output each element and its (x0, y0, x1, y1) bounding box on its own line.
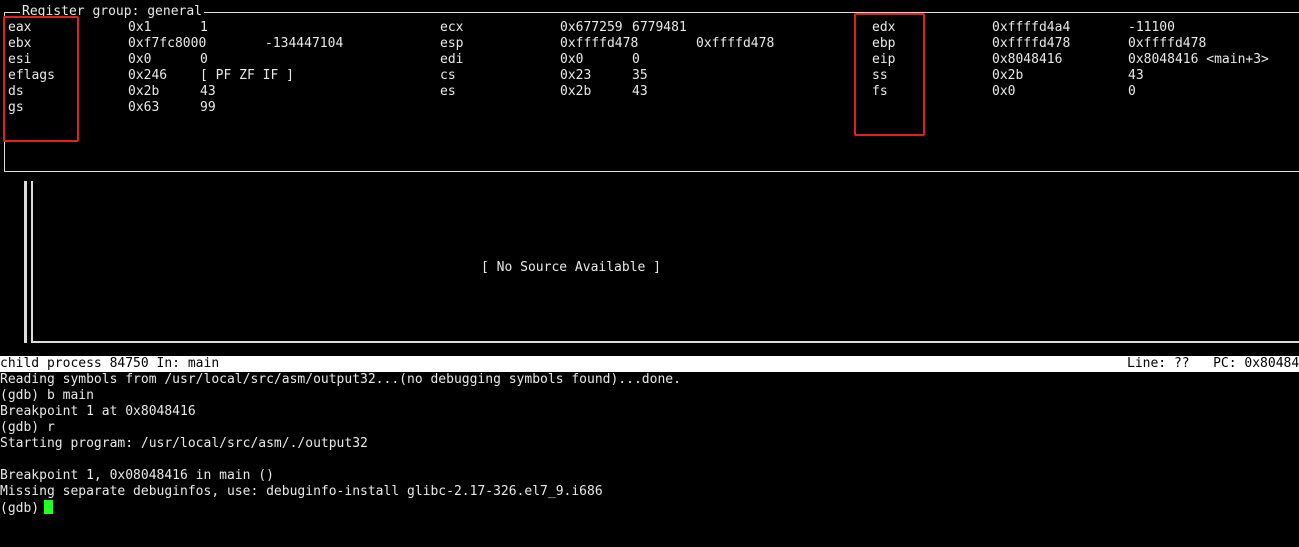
register-val: [ PF ZF IF ] (200, 68, 294, 83)
console-line: Breakpoint 1 at 0x8048416 (0, 404, 196, 419)
register-hex: 0x0 (560, 52, 584, 67)
register-val: 0xffffd478 (696, 36, 775, 51)
register-hex: 0x0 (128, 52, 152, 67)
register-hex: 0x8048416 (992, 52, 1063, 67)
register-hex: 0xf7fc8000 (128, 36, 207, 51)
register-hex: 0xffffd478 (992, 36, 1071, 51)
console-line: Starting program: /usr/local/src/asm/./o… (0, 436, 368, 451)
register-name: cs (440, 68, 456, 83)
register-hex: 0x63 (128, 100, 160, 115)
console-output: Reading symbols from /usr/local/src/asm/… (0, 372, 681, 500)
status-process-info: child process 84750 In: main (0, 356, 220, 371)
register-hex: 0x2b (128, 84, 160, 99)
register-hex: 0xffffd4a4 (992, 20, 1071, 35)
register-name: es (440, 84, 456, 99)
register-val: 0xffffd478 (1128, 36, 1207, 51)
register-val: 0 (200, 52, 208, 67)
register-hex: 0x677259 (560, 20, 623, 35)
register-val: 99 (200, 100, 216, 115)
console-line: Breakpoint 1, 0x08048416 in main () (0, 468, 274, 483)
console-line: Missing separate debuginfos, use: debugi… (0, 484, 603, 499)
gdb-prompt: (gdb) (0, 501, 40, 516)
gdb-console[interactable]: Reading symbols from /usr/local/src/asm/… (0, 372, 681, 516)
register-val: 0x8048416 <main+3> (1128, 52, 1269, 67)
console-line: (gdb) b main (0, 388, 94, 403)
register-hex: 0x23 (560, 68, 592, 83)
register-val: 0 (1128, 84, 1136, 99)
status-line-pc: Line: ?? PC: 0x8048416 (1127, 356, 1299, 371)
console-line: (gdb) r (0, 420, 55, 435)
console-prompt-line[interactable]: (gdb) (0, 500, 681, 516)
register-name: edi (440, 52, 464, 67)
text-cursor (44, 500, 54, 514)
register-name: ecx (440, 20, 464, 35)
status-bar: child process 84750 In: main Line: ?? PC… (0, 356, 1299, 372)
register-hex: 0x2b (992, 68, 1024, 83)
register-hex: 0x246 (128, 68, 168, 83)
register-hex: 0x2b (560, 84, 592, 99)
register-val: -11100 (1128, 20, 1175, 35)
register-val: 0 (632, 52, 640, 67)
no-source-message: [ No Source Available ] (481, 260, 662, 275)
console-line: Reading symbols from /usr/local/src/asm/… (0, 372, 681, 387)
register-hex: 0xffffd478 (560, 36, 639, 51)
register-hex: 0x1 (128, 20, 152, 35)
register-name: esp (440, 36, 464, 51)
highlight-box-left (3, 16, 79, 142)
register-val: 43 (200, 84, 216, 99)
register-val: 43 (1128, 68, 1144, 83)
highlight-box-right (854, 13, 925, 136)
register-val: 35 (632, 68, 648, 83)
register-hex: 0x0 (992, 84, 1016, 99)
register-val: -134447104 (265, 36, 344, 51)
register-val: 1 (200, 20, 208, 35)
register-val: 6779481 (632, 20, 687, 35)
source-panel-inner-border (31, 181, 1299, 343)
register-val: 43 (632, 84, 648, 99)
